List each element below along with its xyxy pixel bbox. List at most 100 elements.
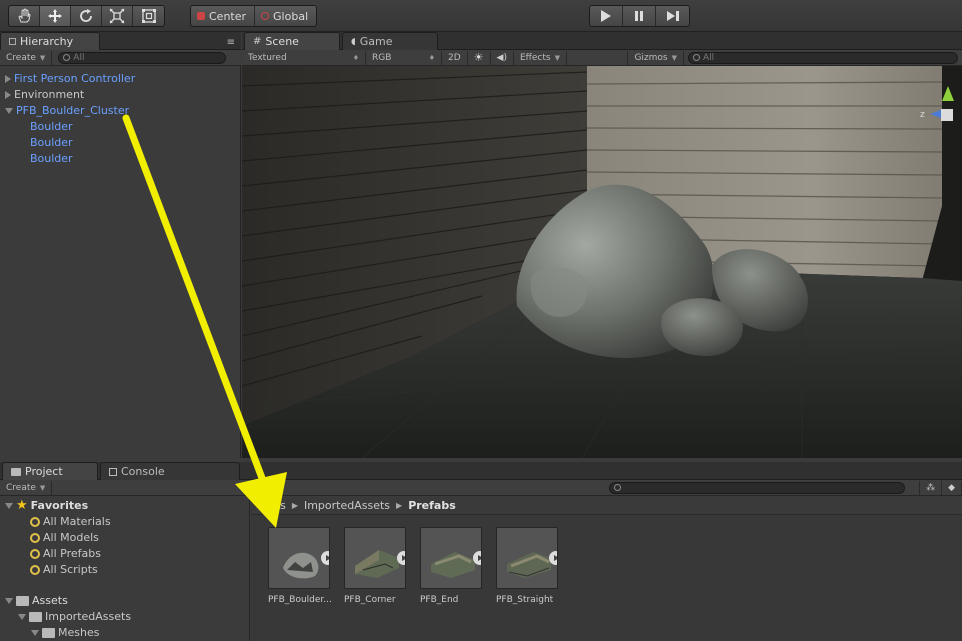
lighting-toggle[interactable]: ☀	[468, 50, 491, 65]
asset-pfb-straight[interactable]: PFB_Straight	[496, 527, 572, 605]
collapse-arrow-icon[interactable]	[31, 630, 39, 636]
gizmos-dropdown[interactable]: Gizmos ▼	[627, 50, 684, 65]
favorite-all-materials[interactable]: All Materials	[30, 514, 111, 530]
hierarchy-item-label: PFB_Boulder_Cluster	[16, 104, 130, 117]
filter-by-type-button[interactable]: ⁂	[919, 480, 943, 495]
step-button[interactable]	[656, 6, 689, 26]
tab-project[interactable]: Project	[2, 462, 98, 480]
asset-label: PFB_Straight	[496, 595, 554, 605]
rect-tool-button[interactable]	[133, 6, 164, 26]
hierarchy-panel: Hierarchy ≡ Create ▼ All First Person Con…	[0, 32, 241, 458]
collapse-arrow-icon[interactable]	[5, 598, 13, 604]
scene-tabbar: # Scene ◖ Game	[242, 32, 962, 50]
expand-arrow-icon[interactable]	[5, 75, 11, 83]
panel-menu-icon[interactable]: ≡	[227, 37, 235, 48]
audio-toggle[interactable]: ◀)	[491, 50, 514, 65]
project-folder-tree: ★ Favorites All Materials All Models All…	[0, 497, 250, 641]
hand-tool-button[interactable]	[9, 6, 40, 26]
collapse-arrow-icon[interactable]	[5, 108, 13, 114]
tab-console-label: Console	[121, 465, 165, 478]
hierarchy-item-boulder-1[interactable]: Boulder	[30, 119, 73, 135]
scene-render: z	[242, 66, 962, 458]
assets-folder[interactable]: Assets	[5, 593, 68, 609]
pivot-global-button[interactable]: Global	[255, 6, 316, 26]
label-icon: ◆	[948, 482, 955, 493]
hierarchy-subbar: Create ▼ All	[0, 50, 241, 66]
playback-controls	[589, 5, 690, 27]
pivot-global-label: Global	[273, 9, 309, 23]
pause-icon	[635, 11, 643, 21]
asset-thumbnail[interactable]	[344, 527, 406, 589]
search-icon	[693, 54, 700, 61]
asset-pfb-end[interactable]: PFB_End	[420, 527, 496, 605]
favorite-label: All Scripts	[43, 563, 98, 576]
imported-assets-folder[interactable]: ImportedAssets	[18, 609, 131, 625]
asset-pfb-boulder-cluster[interactable]: PFB_Boulder...	[268, 527, 344, 605]
asset-thumbnail[interactable]	[420, 527, 482, 589]
hierarchy-item-pfb-boulder-cluster[interactable]: PFB_Boulder_Cluster	[5, 103, 129, 119]
hierarchy-item-boulder-3[interactable]: Boulder	[30, 151, 73, 167]
scene-viewport[interactable]: z	[242, 66, 962, 458]
asset-pfb-corner[interactable]: PFB_Corner	[344, 527, 420, 605]
breadcrumb-prefabs[interactable]: Prefabs	[408, 499, 456, 512]
scale-tool-button[interactable]	[102, 6, 133, 26]
favorite-all-scripts[interactable]: All Scripts	[30, 562, 98, 578]
caret-down-icon: ▼	[39, 483, 46, 492]
expand-prefab-button[interactable]	[549, 551, 557, 565]
breadcrumb: ets ▶ ImportedAssets ▶ Prefabs	[251, 497, 962, 515]
globe-icon	[261, 12, 270, 20]
effects-dropdown[interactable]: Effects ▼	[514, 50, 567, 65]
hierarchy-item-first-person-controller[interactable]: First Person Controller	[5, 71, 135, 87]
move-tool-button[interactable]	[40, 6, 71, 26]
hierarchy-item-boulder-2[interactable]: Boulder	[30, 135, 73, 151]
main-toolbar: Center Global	[0, 0, 962, 32]
breadcrumb-assets[interactable]: ets	[269, 499, 286, 512]
pause-button[interactable]	[623, 6, 656, 26]
hierarchy-item-label: Environment	[14, 88, 85, 101]
filter-by-label-button[interactable]: ◆	[942, 480, 962, 495]
expand-prefab-button[interactable]	[321, 551, 329, 565]
play-button[interactable]	[590, 6, 623, 26]
asset-thumbnail[interactable]	[268, 527, 330, 589]
pivot-center-button[interactable]: Center	[191, 6, 256, 26]
hierarchy-item-environment[interactable]: Environment	[5, 87, 84, 103]
speaker-icon: ◀)	[496, 52, 507, 63]
favorite-all-models[interactable]: All Models	[30, 530, 99, 546]
expand-prefab-button[interactable]	[473, 551, 481, 565]
sun-icon: ☀	[473, 51, 484, 64]
search-icon	[614, 484, 622, 491]
tab-console[interactable]: Console	[100, 462, 240, 480]
favorites-header[interactable]: ★ Favorites	[5, 498, 88, 514]
breadcrumb-separator-icon: ▶	[396, 501, 403, 510]
hierarchy-search-input[interactable]: All	[58, 51, 227, 64]
scene-search-input[interactable]: All	[688, 51, 958, 64]
project-search-input[interactable]	[609, 481, 906, 494]
expand-prefab-button[interactable]	[397, 551, 405, 565]
search-icon	[63, 54, 71, 61]
folder-icon	[29, 612, 42, 622]
caret-updown-icon: ♦	[352, 53, 359, 62]
tab-hierarchy[interactable]: Hierarchy	[0, 32, 100, 50]
hierarchy-create-dropdown[interactable]: Create ▼	[0, 50, 53, 65]
meshes-folder[interactable]: Meshes	[31, 625, 99, 641]
collapse-arrow-icon[interactable]	[18, 614, 26, 620]
asset-label: PFB_Corner	[344, 595, 396, 605]
breadcrumb-imported-assets[interactable]: ImportedAssets	[304, 499, 390, 512]
hierarchy-create-label: Create	[6, 52, 36, 63]
mode-2d-toggle[interactable]: 2D	[442, 50, 468, 65]
grid-icon: #	[253, 36, 262, 47]
project-tabbar: Project Console	[0, 462, 962, 480]
collapse-arrow-icon[interactable]	[5, 503, 13, 509]
asset-thumbnail[interactable]	[496, 527, 558, 589]
project-create-dropdown[interactable]: Create ▼	[0, 480, 53, 495]
asset-label: PFB_Boulder...	[268, 595, 332, 605]
tab-game[interactable]: ◖ Game	[342, 32, 438, 50]
tab-scene[interactable]: # Scene	[244, 32, 340, 50]
expand-arrow-icon[interactable]	[5, 91, 11, 99]
render-mode-dropdown[interactable]: RGB ♦	[366, 50, 442, 65]
draw-mode-dropdown[interactable]: Textured ♦	[242, 50, 366, 65]
rotate-tool-button[interactable]	[71, 6, 102, 26]
favorite-all-prefabs[interactable]: All Prefabs	[30, 546, 101, 562]
scale-icon	[109, 8, 125, 24]
rect-transform-icon	[141, 9, 156, 23]
